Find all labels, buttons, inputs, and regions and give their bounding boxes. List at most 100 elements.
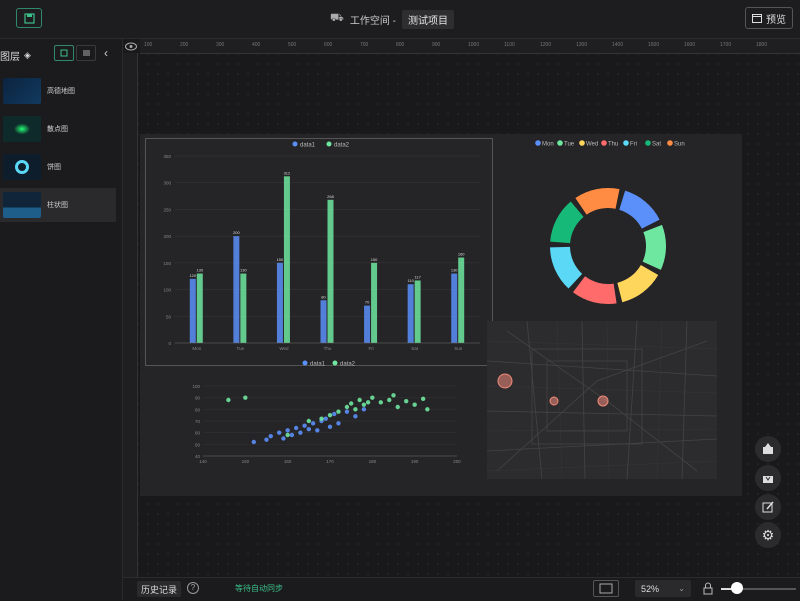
bottom-bar: 历史记录 ? 等待自动同步 52% ⌄ [123, 577, 800, 601]
workspace-label: 工作空间 - [349, 15, 396, 27]
legend-label: Sun [674, 142, 685, 148]
scatter-point [251, 439, 256, 445]
scatter-point [327, 412, 333, 418]
scatter-point [425, 407, 430, 412]
collapse-sidebar-icon[interactable]: ‹ [104, 46, 108, 60]
save-button[interactable] [16, 8, 42, 28]
layer-item-pie[interactable]: 饼图 [0, 150, 116, 184]
bar-chart[interactable]: data1 data2050100150200250300350Mon120130… [145, 138, 493, 366]
data-label: 160 [458, 252, 465, 257]
donut-slice [550, 201, 584, 244]
scatter-point [327, 424, 333, 430]
scatter-point [302, 423, 307, 428]
x-tick-label: Fri [368, 346, 373, 351]
eye-icon[interactable] [124, 40, 138, 53]
scatter-point [281, 436, 286, 441]
scatter-point [361, 402, 367, 407]
data-label: 200 [233, 230, 240, 235]
legend-marker [326, 141, 332, 147]
edit-icon [762, 501, 774, 513]
lock-icon[interactable] [703, 582, 713, 597]
bar [240, 273, 247, 343]
layer-item-scatter[interactable]: 散点图 [0, 112, 116, 146]
zoom-select[interactable]: 52% ⌄ [635, 580, 691, 597]
map-marker[interactable] [549, 396, 559, 406]
ruler-tick-label: 1800 [756, 42, 768, 48]
layer-label: 柱状图 [47, 202, 68, 209]
x-tick-label: Tue [237, 346, 245, 351]
ruler-tick-label: 1300 [576, 42, 588, 48]
donut-slice [642, 224, 666, 270]
ruler-tick-label: 100 [144, 42, 153, 48]
upload-button[interactable] [755, 436, 781, 462]
thumbnail-view-button[interactable] [54, 45, 74, 61]
x-tick-label: 180 [369, 459, 377, 464]
map-marker[interactable] [597, 395, 609, 407]
map-widget[interactable] [487, 321, 717, 479]
layer-thumb-map [3, 78, 41, 104]
scatter-point [306, 426, 312, 432]
x-tick-label: Sat [411, 346, 419, 351]
legend-marker [645, 140, 651, 146]
save-icon [24, 13, 35, 24]
legend-label: Sat [652, 142, 661, 148]
ruler-tick-label: 1700 [720, 42, 732, 48]
data-label: 117 [414, 274, 421, 279]
vertical-ruler [123, 53, 138, 577]
donut-slice [550, 246, 583, 289]
ruler-tick-label: 1000 [468, 42, 480, 48]
scatter-point [353, 414, 358, 419]
x-tick-label: 170 [326, 459, 334, 464]
scatter-point [289, 432, 295, 438]
bar [327, 199, 334, 343]
minimap-button[interactable] [593, 580, 619, 597]
zoom-slider-track[interactable] [741, 588, 796, 590]
scatter-point [344, 409, 350, 414]
y-tick-label: 80 [195, 407, 201, 412]
scatter-point [332, 411, 337, 417]
edit-button[interactable] [755, 494, 781, 520]
x-tick-label: 150 [242, 459, 250, 464]
x-tick-label: 190 [411, 459, 419, 464]
legend-label: Tue [564, 142, 575, 148]
layer-item-map[interactable]: 高德地图 [0, 74, 116, 108]
layer-thumb-pie [3, 154, 41, 180]
layer-label: 饼图 [47, 164, 61, 171]
list-view-button[interactable] [76, 45, 96, 61]
y-tick-label: 150 [163, 261, 171, 266]
y-tick-label: 100 [163, 288, 171, 293]
data-label: 150 [371, 257, 378, 262]
bar [320, 300, 327, 343]
gear-icon: ⚙ [761, 526, 775, 543]
zoom-slider-handle[interactable] [731, 582, 743, 594]
sync-status: 等待自动同步 [235, 584, 283, 593]
data-label: 70 [365, 300, 370, 305]
bar [196, 273, 203, 343]
ruler-tick-label: 1500 [648, 42, 660, 48]
scatter-point [319, 416, 324, 421]
layer-item-bar[interactable]: 柱状图 [0, 188, 116, 222]
ruler-tick-label: 600 [324, 42, 333, 48]
project-name[interactable]: 测试项目 [401, 9, 454, 29]
scatter-point [361, 407, 367, 412]
map-marker[interactable] [497, 373, 513, 389]
scatter-point [315, 428, 320, 433]
y-tick-label: 90 [195, 396, 201, 401]
layers-title-text: 图层 [0, 52, 20, 63]
legend-marker [332, 360, 338, 366]
preview-button[interactable]: 预览 [745, 7, 793, 29]
x-tick-label: Mon [192, 346, 201, 351]
help-icon[interactable]: ? [187, 582, 199, 594]
donut-chart[interactable]: Mon Tue Wed Thu Fri Sat Sun [505, 136, 715, 314]
scatter-point [298, 430, 303, 435]
bar [233, 236, 240, 343]
legend-marker [601, 140, 607, 146]
minimap-icon [599, 583, 613, 594]
scatter-chart[interactable]: data1 data2405060708090100140 150 160 170 180… [145, 358, 465, 466]
settings-button[interactable]: ⚙ [755, 522, 781, 548]
y-tick-label: 0 [168, 341, 171, 346]
scatter-point [293, 425, 299, 431]
history-button[interactable]: 历史记录 [137, 581, 181, 597]
ruler-tick-label: 1600 [684, 42, 696, 48]
download-button[interactable] [755, 465, 781, 491]
